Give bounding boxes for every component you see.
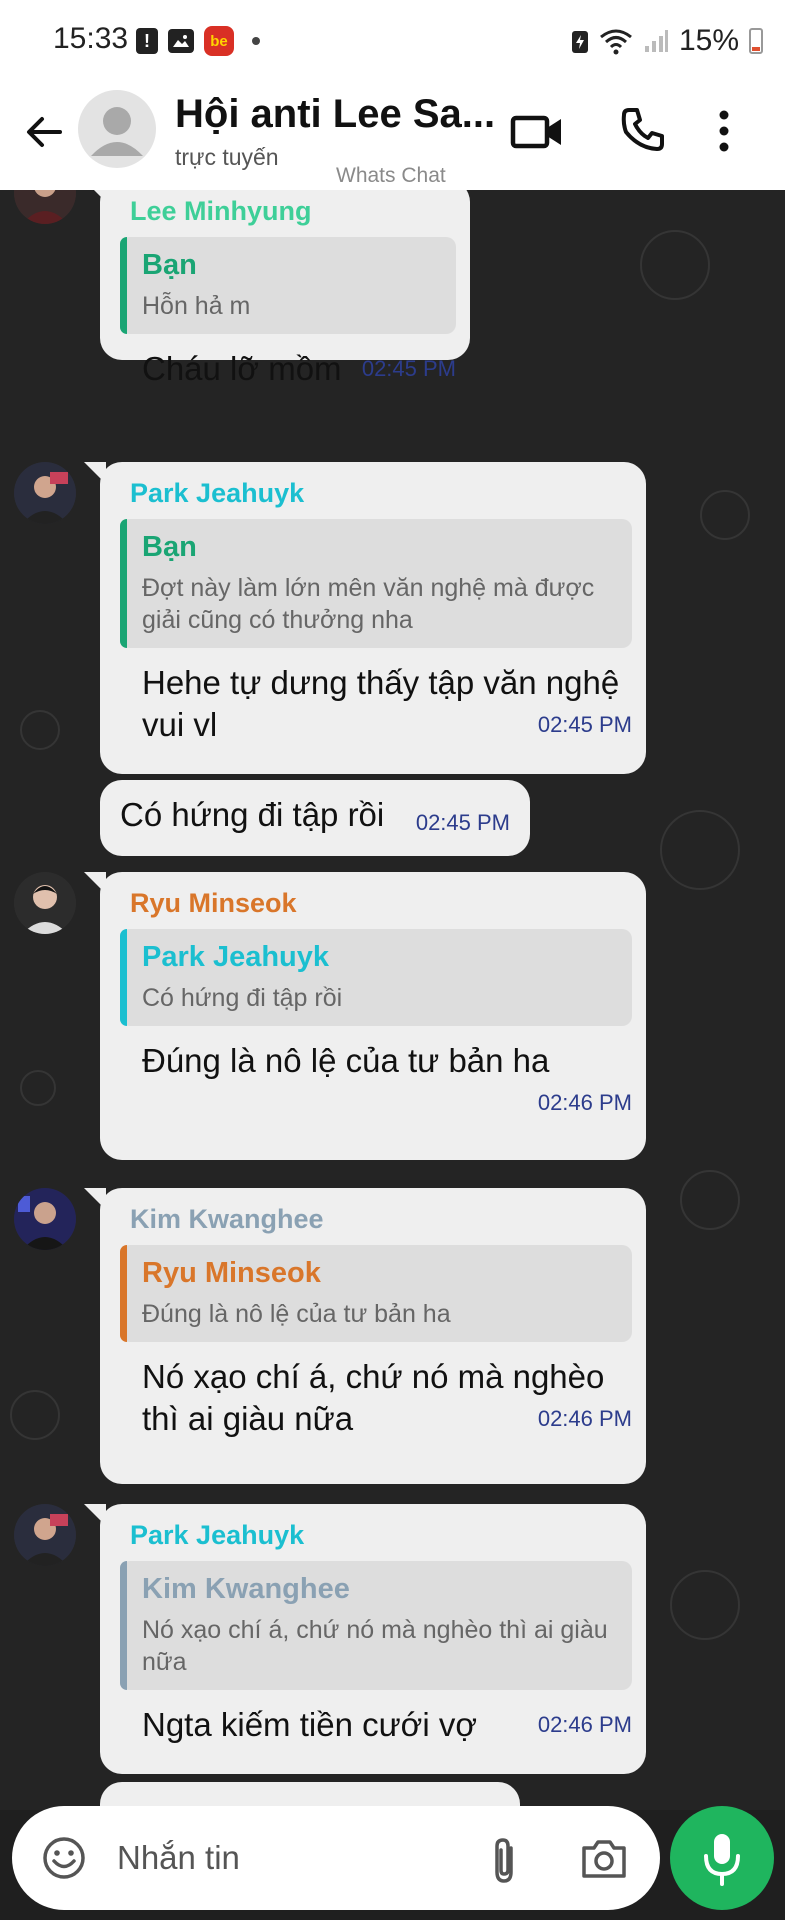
background-doodle [660, 810, 740, 890]
message-input[interactable] [117, 1834, 477, 1882]
battery-icon [749, 28, 763, 54]
video-call-icon[interactable] [510, 106, 564, 156]
attach-icon[interactable] [485, 1836, 525, 1886]
message-text: Nó xạo chí á, chứ nó mà nghèo thì ai già… [142, 1358, 605, 1437]
chat-title[interactable]: Hội anti Lee Sa... [175, 92, 495, 137]
mic-button[interactable] [670, 1806, 774, 1910]
message-body: Ngta kiếm tiền cưới vợ 02:46 PM [120, 1704, 632, 1746]
message-text: Ngta kiếm tiền cưới vợ [142, 1706, 477, 1743]
message-time: 02:46 PM [537, 1712, 632, 1737]
sender-name: Park Jeahuyk [130, 478, 305, 508]
background-doodle [680, 1170, 740, 1230]
wifi-icon [600, 29, 632, 55]
message-body: Đúng là nô lệ của tư bản ha 02:46 PM [120, 1040, 632, 1124]
message-time: 02:46 PM [537, 1406, 632, 1431]
message-bubble[interactable]: Có hứng đi tập rồi 02:45 PM [100, 780, 530, 856]
sender-name: Park Jeahuyk [130, 1520, 305, 1550]
dot-icon [252, 37, 260, 45]
quoted-message[interactable]: Ryu Minseok Đúng là nô lệ của tư bản ha [120, 1245, 632, 1342]
quoted-message[interactable]: Kim Kwanghee Nó xạo chí á, chứ nó mà ngh… [120, 1561, 632, 1690]
message-bubble[interactable]: Lee Minhyung Bạn Hỗn hả m Cháu lỡ mồm 02… [84, 190, 470, 387]
message-bubble[interactable]: Park Jeahuyk Bạn Đợt này làm lớn mên văn… [84, 462, 646, 774]
back-arrow-icon[interactable] [20, 108, 68, 156]
quote-text: Đúng là nô lệ của tư bản ha [142, 1300, 451, 1328]
quoted-message[interactable]: Bạn Đợt này làm lớn mên văn nghệ mà được… [120, 519, 632, 648]
background-doodle [700, 490, 750, 540]
quote-author: Kim Kwanghee [142, 1573, 350, 1605]
quote-text: Đợt này làm lớn mên văn nghệ mà được giả… [142, 574, 595, 634]
quote-author: Bạn [142, 249, 197, 281]
message-bubble[interactable]: Ryu Minseok Park Jeahuyk Có hứng đi tập … [84, 872, 646, 1160]
background-doodle [20, 710, 60, 750]
alert-icon: ! [136, 28, 158, 54]
notification-icons: ! be [136, 26, 260, 56]
avatar[interactable] [14, 1188, 76, 1250]
chat-header: Hội anti Lee Sa... trực tuyến Whats Chat [0, 82, 785, 190]
sender-name: Lee Minhyung [130, 196, 312, 226]
message-text: Có hứng đi tập rồi [120, 796, 385, 833]
avatar[interactable] [14, 190, 76, 224]
sender-name: Kim Kwanghee [130, 1204, 324, 1234]
system-icons: 15% [571, 24, 763, 58]
image-icon [168, 29, 194, 53]
message-body: Nó xạo chí á, chứ nó mà nghèo thì ai già… [120, 1356, 632, 1440]
chat-area[interactable]: Lee Minhyung Bạn Hỗn hả m Cháu lỡ mồm 02… [0, 190, 785, 1810]
quoted-message[interactable]: Park Jeahuyk Có hứng đi tập rồi [120, 929, 632, 1026]
avatar[interactable] [78, 90, 156, 168]
mic-icon [704, 1834, 740, 1886]
quote-author: Bạn [142, 531, 197, 563]
message-time: 02:45 PM [415, 810, 510, 835]
avatar-placeholder-icon [91, 107, 143, 156]
message-body: Cháu lỡ mồm 02:45 PM [120, 348, 456, 390]
message-text: Cháu lỡ mồm [142, 350, 342, 387]
quote-text: Hỗn hả m [142, 292, 251, 320]
message-body: Có hứng đi tập rồi 02:45 PM [120, 794, 510, 840]
avatar[interactable] [14, 1504, 76, 1566]
quote-text: Nó xạo chí á, chứ nó mà nghèo thì ai già… [142, 1616, 608, 1676]
emoji-icon[interactable] [42, 1836, 86, 1880]
watermark: Whats Chat [336, 164, 446, 187]
quoted-message[interactable]: Bạn Hỗn hả m [120, 237, 456, 334]
phone-icon[interactable] [618, 104, 668, 154]
camera-icon[interactable] [580, 1836, 628, 1880]
status-bar: 15:33 ! be 15% [0, 0, 785, 82]
avatar[interactable] [14, 872, 76, 934]
message-time: 02:45 PM [537, 712, 632, 737]
background-doodle [670, 1570, 740, 1640]
chat-status: trực tuyến [175, 144, 279, 170]
message-time: 02:45 PM [361, 356, 456, 381]
background-doodle [20, 1070, 56, 1106]
message-bubble[interactable]: Park Jeahuyk Kim Kwanghee Nó xạo chí á, … [84, 1504, 646, 1774]
quote-author: Ryu Minseok [142, 1257, 321, 1289]
quote-author: Park Jeahuyk [142, 941, 330, 973]
message-time: 02:46 PM [537, 1090, 632, 1115]
background-doodle [640, 230, 710, 300]
more-vert-icon[interactable] [706, 106, 742, 156]
battery-saver-icon [571, 31, 588, 53]
be-app-icon: be [204, 26, 234, 56]
battery-percent: 15% [678, 24, 739, 57]
status-time: 15:33 [53, 22, 129, 55]
message-body: Hehe tự dưng thấy tập văn nghệ vui vl 02… [120, 662, 632, 746]
signal-icon [644, 30, 668, 52]
message-text: Đúng là nô lệ của tư bản ha [142, 1042, 550, 1079]
message-bubble[interactable]: Kim Kwanghee Ryu Minseok Đúng là nô lệ c… [84, 1188, 646, 1484]
quote-text: Có hứng đi tập rồi [142, 984, 343, 1012]
avatar[interactable] [14, 462, 76, 524]
message-composer [12, 1806, 660, 1910]
background-doodle [10, 1390, 60, 1440]
sender-name: Ryu Minseok [130, 888, 297, 918]
